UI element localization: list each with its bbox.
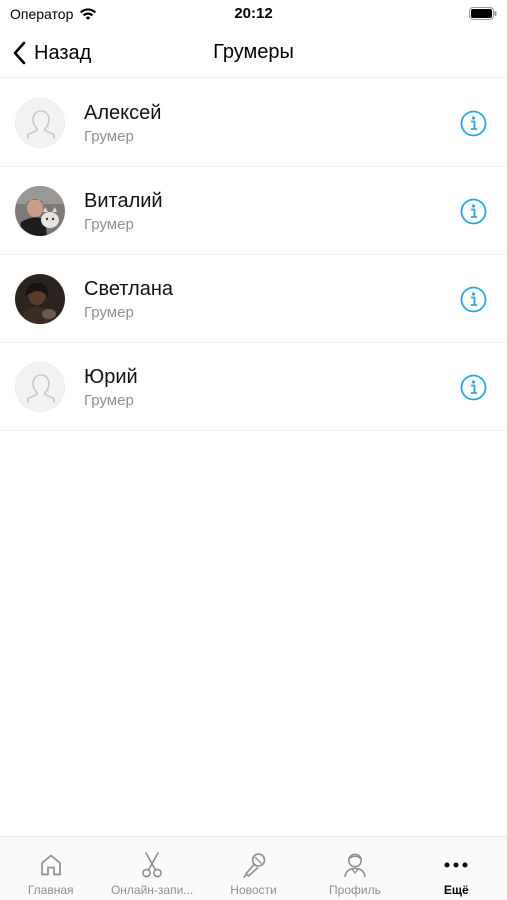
groomer-name: Алексей <box>84 102 162 124</box>
scissors-icon <box>142 852 163 878</box>
tab-more[interactable]: Ещё <box>406 837 507 900</box>
groomer-name: Светлана <box>84 278 173 300</box>
groomer-role: Грумер <box>84 304 134 321</box>
battery-icon <box>469 7 497 20</box>
avatar-photo <box>15 274 65 324</box>
tab-profile-label: Профиль <box>329 883 381 897</box>
avatar-photo <box>15 186 65 236</box>
groomer-role: Грумер <box>84 216 134 233</box>
status-bar: Оператор 20:12 <box>0 0 507 28</box>
tab-news-label: Новости <box>230 883 277 897</box>
groomer-name: Юрий <box>84 366 138 388</box>
groomers-list: Алексей Грумер Виталий Грумер Светлана Г… <box>0 79 507 431</box>
avatar <box>15 274 65 324</box>
microphone-icon <box>242 853 265 878</box>
avatar <box>15 186 65 236</box>
tab-profile[interactable]: Профиль <box>304 837 405 900</box>
page-title: Грумеры <box>213 41 294 63</box>
home-icon <box>40 854 61 876</box>
navigation-bar: Назад Грумеры <box>0 28 507 78</box>
list-item[interactable]: Светлана Грумер <box>0 255 507 343</box>
tab-online-booking-label: Онлайн-запи... <box>110 883 194 897</box>
more-icon <box>444 862 468 868</box>
groomer-name: Виталий <box>84 190 163 212</box>
tab-home-label: Главная <box>27 883 74 897</box>
info-icon[interactable] <box>460 198 487 225</box>
info-icon[interactable] <box>460 286 487 313</box>
tab-bar: Главная Онлайн-запи... Новости Профиль Е… <box>0 836 507 900</box>
info-icon[interactable] <box>460 374 487 401</box>
avatar-placeholder <box>15 98 65 148</box>
tab-more-label: Ещё <box>443 883 469 897</box>
list-item[interactable]: Юрий Грумер <box>0 343 507 431</box>
person-icon <box>344 853 366 878</box>
person-silhouette-icon <box>27 374 55 403</box>
list-item[interactable]: Алексей Грумер <box>0 79 507 167</box>
tab-news[interactable]: Новости <box>203 837 304 900</box>
person-silhouette-icon <box>27 110 55 139</box>
tab-online-booking[interactable]: Онлайн-запи... <box>101 837 202 900</box>
tab-home[interactable]: Главная <box>0 837 101 900</box>
info-icon[interactable] <box>460 110 487 137</box>
avatar-placeholder <box>15 362 65 412</box>
status-time: 20:12 <box>234 5 273 22</box>
list-item[interactable]: Виталий Грумер <box>0 167 507 255</box>
groomer-role: Грумер <box>84 392 134 409</box>
groomer-role: Грумер <box>84 128 134 145</box>
